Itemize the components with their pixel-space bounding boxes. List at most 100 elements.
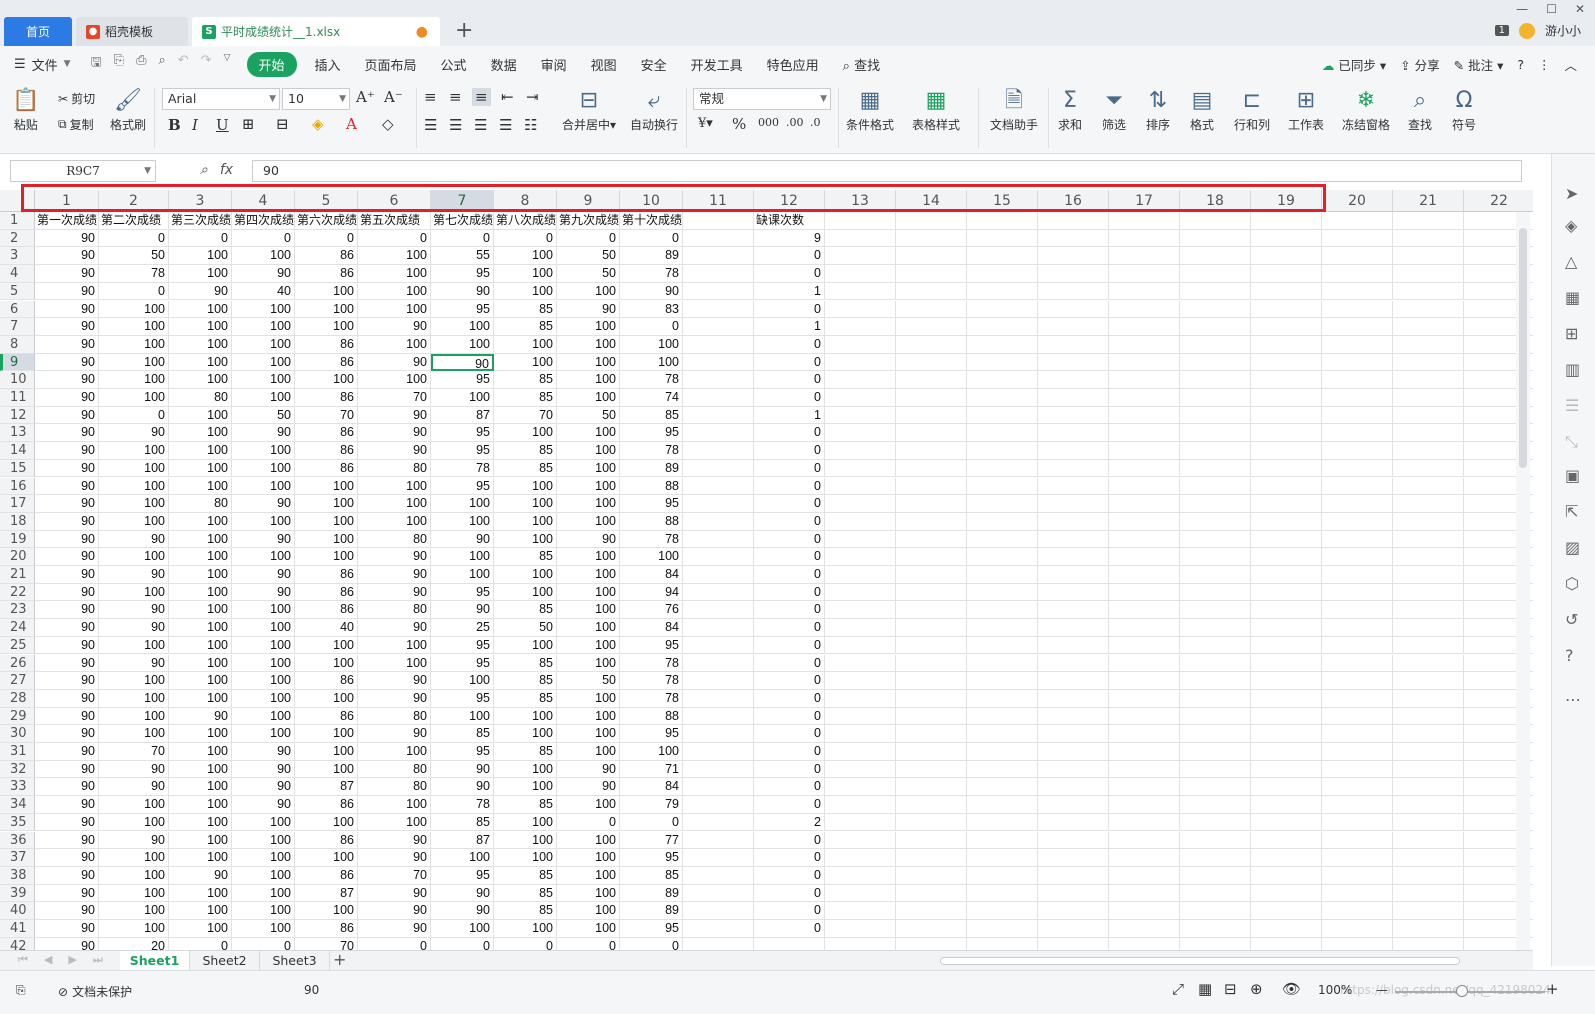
table-cell[interactable]: 90 bbox=[232, 495, 295, 513]
table-cell[interactable]: 100 bbox=[232, 619, 295, 637]
table-cell[interactable] bbox=[683, 725, 754, 743]
table-cell[interactable] bbox=[1109, 282, 1180, 301]
menu-tab-special[interactable]: 特色应用 bbox=[755, 52, 831, 77]
table-cell[interactable] bbox=[1109, 813, 1180, 832]
table-cell[interactable] bbox=[896, 229, 967, 248]
table-cell[interactable]: 95 bbox=[431, 866, 494, 885]
table-cell[interactable] bbox=[1322, 442, 1393, 460]
table-cell[interactable] bbox=[1038, 707, 1109, 726]
table-cell[interactable]: 95 bbox=[620, 495, 683, 513]
table-cell[interactable] bbox=[1180, 760, 1251, 779]
table-cell[interactable]: 90 bbox=[358, 406, 431, 425]
table-cell[interactable] bbox=[1393, 459, 1464, 478]
table-cell[interactable]: 0 bbox=[754, 902, 825, 920]
table-cell[interactable] bbox=[683, 282, 754, 301]
table-cell[interactable] bbox=[1109, 459, 1180, 478]
table-cell[interactable]: 90 bbox=[35, 601, 99, 620]
table-cell[interactable] bbox=[683, 477, 754, 496]
table-cell[interactable] bbox=[1251, 937, 1322, 950]
table-cell[interactable] bbox=[967, 566, 1038, 584]
table-cell[interactable]: 100 bbox=[494, 760, 557, 779]
table-cell[interactable] bbox=[1038, 406, 1109, 425]
table-cell[interactable] bbox=[683, 229, 754, 248]
table-cell[interactable] bbox=[1109, 672, 1180, 690]
table-cell[interactable]: 100 bbox=[169, 459, 232, 478]
table-cell[interactable] bbox=[967, 495, 1038, 513]
table-cell[interactable]: 100 bbox=[620, 353, 683, 372]
sum-button[interactable]: Σ 求和 bbox=[1058, 86, 1082, 133]
table-cell[interactable]: 100 bbox=[557, 866, 620, 885]
table-cell[interactable]: 90 bbox=[232, 743, 295, 761]
table-cell[interactable]: 100 bbox=[358, 495, 431, 513]
header-cell[interactable]: 第十次成绩 bbox=[620, 212, 683, 230]
table-cell[interactable] bbox=[1251, 707, 1322, 726]
table-cell[interactable]: 89 bbox=[620, 884, 683, 903]
table-cell[interactable]: 90 bbox=[169, 866, 232, 885]
table-cell[interactable]: 100 bbox=[358, 636, 431, 655]
table-cell[interactable]: 86 bbox=[295, 672, 358, 690]
table-cell[interactable]: 79 bbox=[620, 796, 683, 814]
row-header[interactable]: 28 bbox=[0, 689, 35, 708]
table-cell[interactable]: 90 bbox=[35, 566, 99, 584]
table-cell[interactable]: 100 bbox=[557, 601, 620, 620]
table-cell[interactable] bbox=[1109, 920, 1180, 938]
table-cell[interactable]: 100 bbox=[557, 636, 620, 655]
table-cell[interactable]: 100 bbox=[169, 247, 232, 266]
table-cell[interactable]: 100 bbox=[358, 743, 431, 761]
table-cell[interactable] bbox=[1109, 725, 1180, 743]
cursor-icon[interactable]: ➤ bbox=[1565, 184, 1578, 203]
table-cell[interactable] bbox=[1038, 583, 1109, 602]
table-cell[interactable] bbox=[1322, 477, 1393, 496]
paste-button[interactable]: 📋 粘贴 bbox=[12, 86, 39, 133]
table-cell[interactable]: 85 bbox=[620, 866, 683, 885]
table-cell[interactable] bbox=[1109, 831, 1180, 850]
table-cell[interactable] bbox=[1393, 619, 1464, 637]
table-cell[interactable]: 100 bbox=[557, 566, 620, 584]
next-sheet-icon[interactable]: ▶ bbox=[68, 953, 76, 967]
table-cell[interactable] bbox=[683, 247, 754, 266]
table-cell[interactable] bbox=[1251, 672, 1322, 690]
table-cell[interactable]: 25 bbox=[431, 619, 494, 637]
table-cell[interactable]: 0 bbox=[754, 778, 825, 797]
table-cell[interactable] bbox=[825, 743, 896, 761]
table-cell[interactable] bbox=[1109, 495, 1180, 513]
table-cell[interactable]: 100 bbox=[169, 335, 232, 354]
table-cell[interactable]: 85 bbox=[431, 813, 494, 832]
table-cell[interactable] bbox=[967, 813, 1038, 832]
row-header[interactable]: 16 bbox=[0, 477, 35, 496]
table-cell[interactable]: 0 bbox=[754, 459, 825, 478]
table-cell[interactable]: 70 bbox=[358, 389, 431, 407]
table-cell[interactable]: 100 bbox=[557, 512, 620, 531]
table-cell[interactable] bbox=[1109, 265, 1180, 283]
table-cell[interactable]: 100 bbox=[99, 636, 169, 655]
share-button[interactable]: ⇪ 分享 bbox=[1400, 55, 1439, 74]
row-header[interactable]: 27 bbox=[0, 672, 35, 690]
table-cell[interactable] bbox=[683, 813, 754, 832]
table-cell[interactable]: 0 bbox=[169, 229, 232, 248]
table-cell[interactable]: 84 bbox=[620, 566, 683, 584]
table-cell[interactable]: 100 bbox=[557, 902, 620, 920]
table-cell[interactable] bbox=[1109, 566, 1180, 584]
table-cell[interactable] bbox=[1251, 601, 1322, 620]
table-cell[interactable] bbox=[1038, 300, 1109, 319]
table-cell[interactable]: 90 bbox=[358, 884, 431, 903]
table-cell[interactable] bbox=[1393, 495, 1464, 513]
table-cell[interactable]: 0 bbox=[754, 707, 825, 726]
table-cell[interactable]: 100 bbox=[232, 920, 295, 938]
table-cell[interactable] bbox=[1251, 459, 1322, 478]
table-cell[interactable] bbox=[967, 778, 1038, 797]
table-cell[interactable] bbox=[1180, 672, 1251, 690]
table-cell[interactable]: 70 bbox=[494, 406, 557, 425]
table-cell[interactable] bbox=[1251, 335, 1322, 354]
table-cell[interactable]: 90 bbox=[35, 495, 99, 513]
table-cell[interactable] bbox=[1180, 920, 1251, 938]
table-cell[interactable]: 100 bbox=[557, 619, 620, 637]
table-cell[interactable]: 100 bbox=[232, 707, 295, 726]
user-name[interactable]: 游小小 bbox=[1545, 22, 1581, 39]
table-cell[interactable] bbox=[1251, 619, 1322, 637]
table-cell[interactable] bbox=[825, 636, 896, 655]
table-cell[interactable] bbox=[1322, 672, 1393, 690]
table-cell[interactable]: 90 bbox=[358, 689, 431, 708]
table-cell[interactable]: 95 bbox=[431, 477, 494, 496]
table-cell[interactable]: 100 bbox=[557, 725, 620, 743]
